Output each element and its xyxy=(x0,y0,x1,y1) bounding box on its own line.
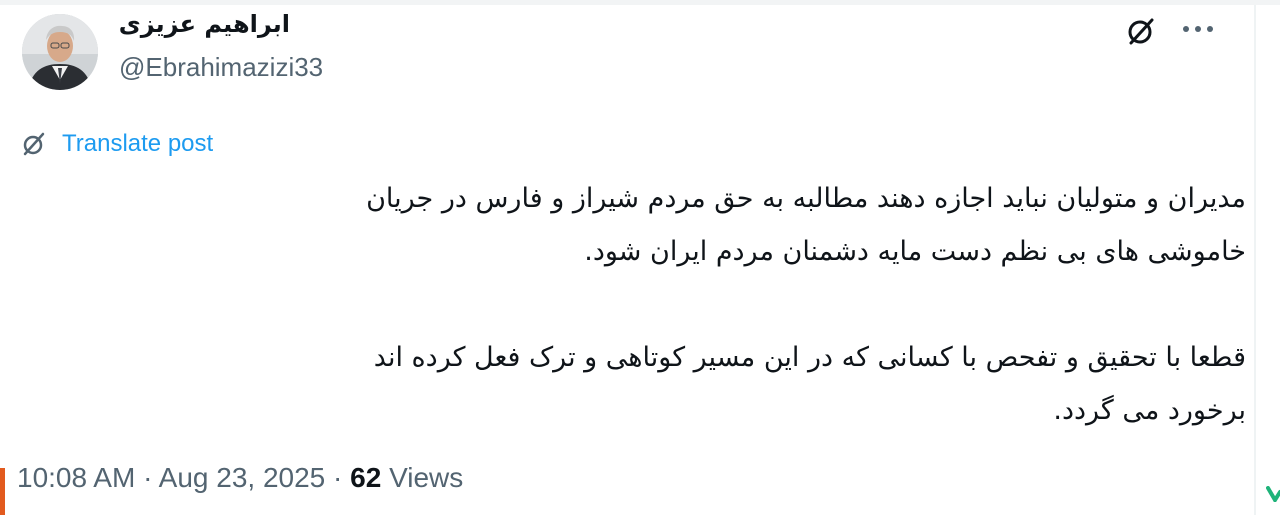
tweet-text: مدیران و متولیان نباید اجازه دهند مطالبه… xyxy=(126,172,1246,437)
avatar-image xyxy=(22,14,98,90)
author-handle[interactable]: @Ebrahimazizi33 xyxy=(119,52,323,83)
post-meta: 10:08 AM · Aug 23, 2025 · 62 Views xyxy=(17,462,463,494)
tweet-line: خاموشی های بی نظم دست مایه دشمنان مردم ا… xyxy=(584,236,1246,267)
right-gutter xyxy=(1256,5,1280,515)
translate-post-label: Translate post xyxy=(62,130,214,157)
meta-separator: · xyxy=(135,462,159,493)
post-date[interactable]: Aug 23, 2025 xyxy=(159,462,326,493)
grok-slashed-circle-icon[interactable] xyxy=(1124,14,1158,48)
avatar[interactable] xyxy=(22,14,98,90)
tweet-line: قطعا با تحقیق و تفحص با کسانی که در این … xyxy=(373,342,1246,373)
right-edge-marker xyxy=(1266,486,1280,502)
author-display-name[interactable]: ابراهیم عزیزی xyxy=(119,10,290,38)
tweet-line: مدیران و متولیان نباید اجازه دهند مطالبه… xyxy=(366,183,1246,214)
translate-post-button[interactable]: Translate post xyxy=(20,130,213,158)
post-time[interactable]: 10:08 AM xyxy=(17,462,135,493)
more-horizontal-icon[interactable] xyxy=(1180,14,1216,44)
tweet-line: برخورد می گردد. xyxy=(1053,395,1246,426)
left-edge-marker xyxy=(0,468,5,515)
translate-slashed-circle-icon xyxy=(23,132,45,156)
views-label: Views xyxy=(389,462,464,493)
meta-separator: · xyxy=(325,462,351,493)
views-count: 62 xyxy=(350,462,382,493)
